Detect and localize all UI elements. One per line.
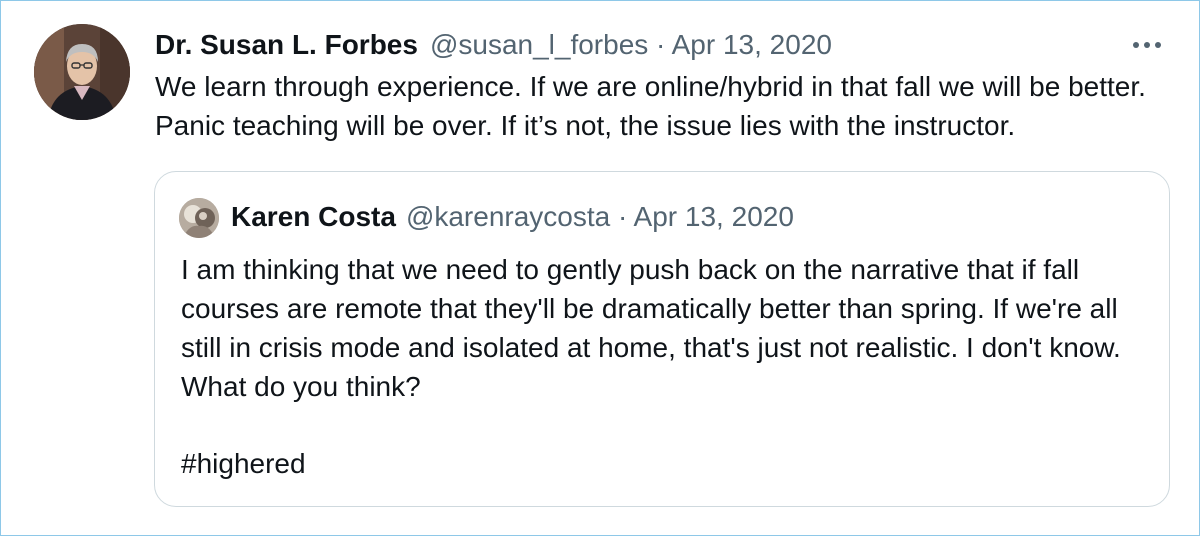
tweet-text-line: Panic teaching will be over. If it’s not… [155, 110, 1016, 141]
quoted-tweet-text: I am thinking that we need to gently pus… [181, 250, 1161, 406]
quoted-author-name[interactable]: Karen Costa [231, 199, 396, 235]
quoted-text-line: still in crisis mode and isolated at hom… [181, 332, 1121, 363]
quoted-author-handle-date[interactable]: @karenraycosta · Apr 13, 2020 [406, 199, 794, 235]
more-horizontal-icon [1133, 42, 1161, 48]
quoted-text-line: courses are remote that they'll be drama… [181, 293, 1118, 324]
tweet-header: Dr. Susan L. Forbes @susan_l_forbes · Ap… [155, 27, 832, 63]
author-handle-date[interactable]: @susan_l_forbes · Apr 13, 2020 [430, 27, 832, 63]
author-avatar[interactable] [34, 24, 130, 120]
tweet-text-line: We learn through experience. If we are o… [155, 71, 1146, 102]
quoted-author-avatar-image [179, 198, 219, 238]
hashtag-link[interactable]: #highered [181, 444, 306, 483]
quoted-tweet-header: Karen Costa @karenraycosta · Apr 13, 202… [231, 199, 794, 235]
tweet-card: Dr. Susan L. Forbes @susan_l_forbes · Ap… [0, 0, 1200, 536]
quoted-text-line: What do you think? [181, 371, 421, 402]
quoted-tweet[interactable]: Karen Costa @karenraycosta · Apr 13, 202… [154, 171, 1170, 507]
more-options-button[interactable] [1129, 31, 1165, 59]
tweet-text: We learn through experience. If we are o… [155, 67, 1185, 145]
author-avatar-image [34, 24, 130, 120]
author-name[interactable]: Dr. Susan L. Forbes [155, 27, 418, 63]
quoted-text-line: I am thinking that we need to gently pus… [181, 254, 1080, 285]
quoted-author-avatar [179, 198, 219, 238]
